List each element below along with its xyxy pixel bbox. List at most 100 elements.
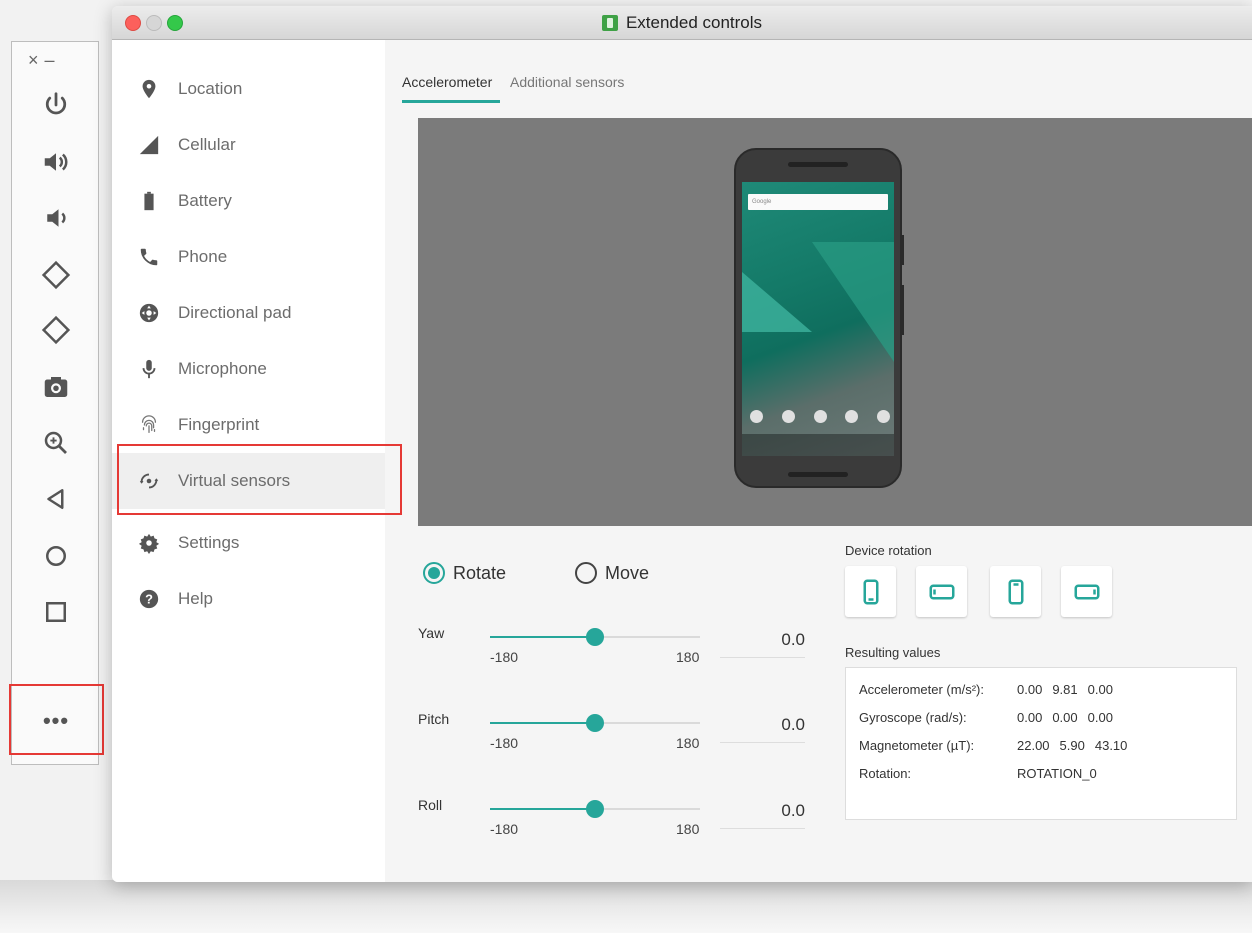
nav-item-battery[interactable]: Battery xyxy=(112,173,385,229)
reverse-portrait-icon xyxy=(1008,579,1023,604)
nav-label-cellular: Cellular xyxy=(178,135,236,154)
yaw-slider[interactable] xyxy=(490,628,700,646)
pitch-min: -180 xyxy=(490,735,519,751)
rotate-landscape-button[interactable] xyxy=(916,566,967,617)
active-tab-indicator xyxy=(402,100,500,103)
gear-icon xyxy=(138,533,160,554)
svg-text:?: ? xyxy=(145,592,153,607)
back-button[interactable] xyxy=(12,476,100,522)
nav-label-settings: Settings xyxy=(178,533,240,552)
pitch-slider-thumb[interactable] xyxy=(586,714,604,732)
move-label: Move xyxy=(605,562,650,583)
dpad-icon xyxy=(139,303,159,323)
nav-item-directional-pad[interactable]: Directional pad xyxy=(112,285,385,341)
volume-down-icon xyxy=(47,209,66,227)
resulting-values-title: Resulting values xyxy=(845,645,941,660)
nav-label-phone: Phone xyxy=(178,247,228,266)
rotate-label: Rotate xyxy=(453,562,507,583)
roll-value[interactable]: 0.0 xyxy=(725,801,805,821)
rotate-reverse-landscape-button[interactable] xyxy=(1061,566,1112,617)
camera-icon xyxy=(44,377,68,397)
nav-label-microphone: Microphone xyxy=(178,359,267,378)
nav-item-microphone[interactable]: Microphone xyxy=(112,341,385,397)
window-title: Extended controls xyxy=(625,12,763,32)
power-button[interactable] xyxy=(12,82,100,128)
phone-nav-bar xyxy=(742,434,894,456)
nav-item-phone[interactable]: Phone xyxy=(112,229,385,285)
gyroscope-key: Gyroscope (rad/s): xyxy=(859,710,967,725)
main-content: Accelerometer Additional sensors Google xyxy=(385,40,1252,882)
pitch-value[interactable]: 0.0 xyxy=(725,715,805,735)
rotate-left-button[interactable] xyxy=(12,252,100,298)
phone-model[interactable]: Google xyxy=(734,148,904,488)
tab-additional-sensors[interactable]: Additional sensors xyxy=(510,74,624,90)
volume-up-button[interactable] xyxy=(12,139,100,185)
move-radio-indicator xyxy=(575,562,597,584)
device-preview[interactable]: Google xyxy=(418,118,1252,526)
gyro-z: 0.00 xyxy=(1087,710,1113,725)
nav-label-battery: Battery xyxy=(178,191,232,210)
tab-accelerometer[interactable]: Accelerometer xyxy=(402,74,492,90)
overview-icon xyxy=(46,602,66,622)
accel-x: 0.00 xyxy=(1017,682,1043,697)
phone-screen: Google xyxy=(742,182,894,456)
phone-icon xyxy=(140,248,158,266)
fingerprint-icon xyxy=(141,415,157,433)
nav-item-location[interactable]: Location xyxy=(112,61,385,117)
nav-item-cellular[interactable]: Cellular xyxy=(112,117,385,173)
rotate-right-button[interactable] xyxy=(12,307,100,353)
reverse-landscape-icon xyxy=(1074,584,1099,599)
phone-dock xyxy=(750,410,890,426)
overview-button[interactable] xyxy=(12,589,100,635)
home-button[interactable] xyxy=(12,533,100,579)
emulator-toolbar: ×– ••• xyxy=(9,41,104,765)
more-button-highlight xyxy=(9,684,104,755)
nav-item-settings[interactable]: Settings xyxy=(112,515,385,571)
volume-down-button[interactable] xyxy=(12,195,100,241)
resulting-values-panel: Accelerometer (m/s²): 0.00 9.81 0.00 Gyrosc… xyxy=(845,667,1237,820)
yaw-min: -180 xyxy=(490,649,519,665)
yaw-value[interactable]: 0.0 xyxy=(725,630,805,650)
accelerometer-row: Accelerometer (m/s²): 0.00 9.81 0.00 xyxy=(859,682,1123,697)
signal-icon xyxy=(139,135,159,155)
accelerometer-key: Accelerometer (m/s²): xyxy=(859,682,984,697)
zoom-icon xyxy=(44,431,67,454)
zoom-button[interactable] xyxy=(12,420,100,466)
battery-icon xyxy=(144,191,154,211)
rotate-portrait-button[interactable] xyxy=(845,566,896,617)
app-icon xyxy=(601,14,618,31)
portrait-icon xyxy=(863,579,878,604)
yaw-slider-thumb[interactable] xyxy=(586,628,604,646)
roll-max: 180 xyxy=(676,821,700,837)
toolbar-close-button[interactable]: × xyxy=(28,50,45,70)
toolbar-minimize-button[interactable]: – xyxy=(45,50,61,70)
nav-label-location: Location xyxy=(178,79,243,98)
nav-label-directional-pad: Directional pad xyxy=(178,303,292,322)
rotate-right-icon xyxy=(41,315,71,345)
rotate-left-icon xyxy=(41,260,71,290)
rotation-value: ROTATION_0 xyxy=(1017,766,1097,781)
accel-z: 0.00 xyxy=(1087,682,1113,697)
roll-slider[interactable] xyxy=(490,800,700,818)
volume-up-icon xyxy=(44,153,68,171)
gyroscope-row: Gyroscope (rad/s): 0.00 0.00 0.00 xyxy=(859,710,1123,725)
roll-slider-thumb[interactable] xyxy=(586,800,604,818)
pitch-slider[interactable] xyxy=(490,714,700,732)
landscape-icon xyxy=(929,584,954,599)
nav-item-help[interactable]: ? Help xyxy=(112,571,385,627)
screenshot-button[interactable] xyxy=(12,364,100,410)
virtual-sensors-highlight xyxy=(117,444,402,515)
move-radio[interactable]: Move xyxy=(575,562,649,584)
rotate-reverse-portrait-button[interactable] xyxy=(990,566,1041,617)
home-icon xyxy=(46,546,66,566)
toolbar-window-controls: ×– xyxy=(28,50,61,71)
pitch-label: Pitch xyxy=(418,711,450,727)
location-pin-icon xyxy=(142,79,156,99)
yaw-label: Yaw xyxy=(418,625,445,641)
mag-y: 5.90 xyxy=(1059,738,1085,753)
rotation-key: Rotation: xyxy=(859,766,912,781)
rotate-radio-indicator xyxy=(423,562,445,584)
title-bar: Extended controls xyxy=(112,6,1252,40)
rotate-radio[interactable]: Rotate xyxy=(423,562,506,584)
help-icon: ? xyxy=(139,589,159,609)
